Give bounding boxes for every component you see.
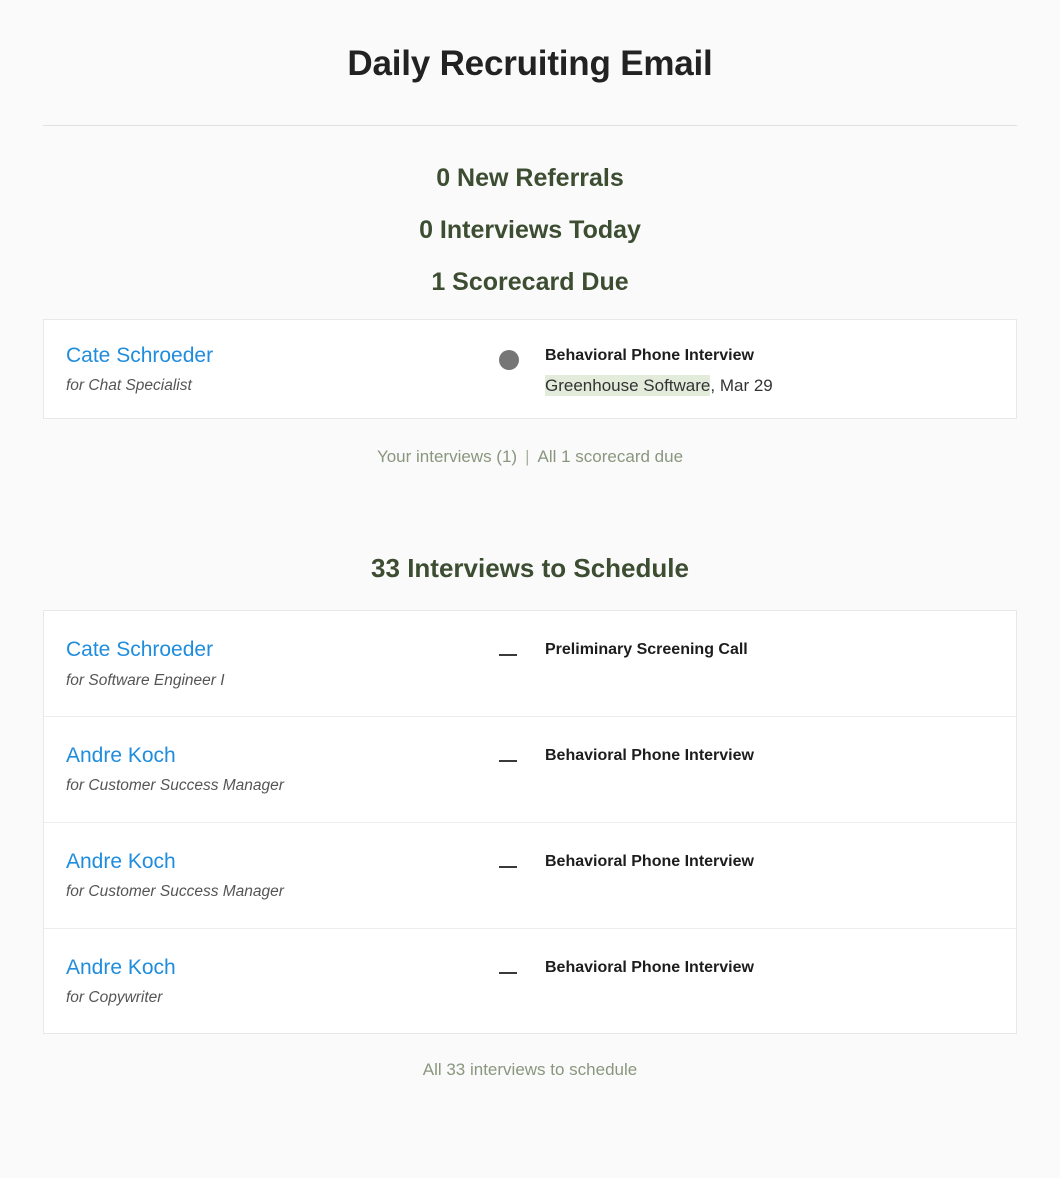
interview-title: Preliminary Screening Call <box>545 640 1016 659</box>
status-dot-icon <box>499 346 545 370</box>
company-highlight: Greenhouse Software <box>545 375 710 396</box>
interview-detail-block: Behavioral Phone Interview <box>499 850 1016 871</box>
interview-info: Behavioral Phone Interview <box>545 958 1016 977</box>
interview-detail-block: Preliminary Screening Call <box>499 638 1016 659</box>
footer-separator: | <box>517 447 537 466</box>
schedule-heading: 33 Interviews to Schedule <box>0 467 1060 581</box>
candidate-link[interactable]: Andre Koch <box>66 850 176 874</box>
interview-info: Behavioral Phone Interview Greenhouse So… <box>545 346 1016 396</box>
stat-new-referrals: 0 New Referrals <box>0 166 1060 191</box>
interview-title: Behavioral Phone Interview <box>545 852 1016 871</box>
summary-stats: 0 New Referrals 0 Interviews Today 1 Sco… <box>0 126 1060 295</box>
scorecards-due-list: Cate Schroeder for Chat Specialist Behav… <box>43 319 1017 419</box>
interview-title: Behavioral Phone Interview <box>545 958 1016 977</box>
stat-scorecards-due: 1 Scorecard Due <box>0 270 1060 295</box>
interview-candidate-block: Andre Koch for Customer Success Manager <box>44 744 499 796</box>
all-scorecards-link[interactable]: All 1 scorecard due <box>538 447 684 466</box>
interview-info: Behavioral Phone Interview <box>545 852 1016 871</box>
interview-info: Behavioral Phone Interview <box>545 746 1016 765</box>
dash-icon <box>499 852 545 868</box>
dash-icon <box>499 958 545 974</box>
interview-row[interactable]: Cate Schroeder for Software Engineer I P… <box>44 611 1016 717</box>
interview-row[interactable]: Andre Koch for Copywriter Behavioral Pho… <box>44 929 1016 1034</box>
interview-candidate-block: Cate Schroeder for Software Engineer I <box>44 638 499 690</box>
interview-row[interactable]: Andre Koch for Customer Success Manager … <box>44 823 1016 929</box>
scorecard-interview-block: Behavioral Phone Interview Greenhouse So… <box>499 344 1016 396</box>
candidate-role: for Copywriter <box>66 989 499 1008</box>
page-title: Daily Recruiting Email <box>0 0 1060 84</box>
interview-meta: Greenhouse Software, Mar 29 <box>545 375 1016 396</box>
interviews-to-schedule-list: Cate Schroeder for Software Engineer I P… <box>43 610 1017 1034</box>
interview-row[interactable]: Andre Koch for Customer Success Manager … <box>44 717 1016 823</box>
interview-candidate-block: Andre Koch for Customer Success Manager <box>44 850 499 902</box>
candidate-role: for Customer Success Manager <box>66 883 499 902</box>
interview-candidate-block: Andre Koch for Copywriter <box>44 956 499 1008</box>
interview-info: Preliminary Screening Call <box>545 640 1016 659</box>
stat-interviews-today: 0 Interviews Today <box>0 218 1060 243</box>
dash-icon <box>499 640 545 656</box>
interview-detail-block: Behavioral Phone Interview <box>499 956 1016 977</box>
scorecard-row[interactable]: Cate Schroeder for Chat Specialist Behav… <box>44 320 1016 418</box>
candidate-role: for Chat Specialist <box>66 377 499 396</box>
candidate-link[interactable]: Cate Schroeder <box>66 638 213 662</box>
candidate-role: for Customer Success Manager <box>66 777 499 796</box>
email-body: Daily Recruiting Email 0 New Referrals 0… <box>0 0 1060 1108</box>
scorecards-footer-links: Your interviews (1)|All 1 scorecard due <box>0 419 1060 467</box>
interview-title: Behavioral Phone Interview <box>545 346 1016 365</box>
candidate-link[interactable]: Cate Schroeder <box>66 344 213 368</box>
candidate-link[interactable]: Andre Koch <box>66 956 176 980</box>
candidate-role: for Software Engineer I <box>66 672 499 691</box>
dash-icon <box>499 746 545 762</box>
candidate-link[interactable]: Andre Koch <box>66 744 176 768</box>
interview-detail-block: Behavioral Phone Interview <box>499 744 1016 765</box>
your-interviews-link[interactable]: Your interviews (1) <box>377 447 517 466</box>
all-interviews-link[interactable]: All 33 interviews to schedule <box>423 1060 638 1079</box>
interview-title: Behavioral Phone Interview <box>545 746 1016 765</box>
scorecard-candidate-block: Cate Schroeder for Chat Specialist <box>44 344 499 396</box>
interview-date: , Mar 29 <box>710 376 772 395</box>
schedule-footer-link-wrapper: All 33 interviews to schedule <box>0 1034 1060 1108</box>
